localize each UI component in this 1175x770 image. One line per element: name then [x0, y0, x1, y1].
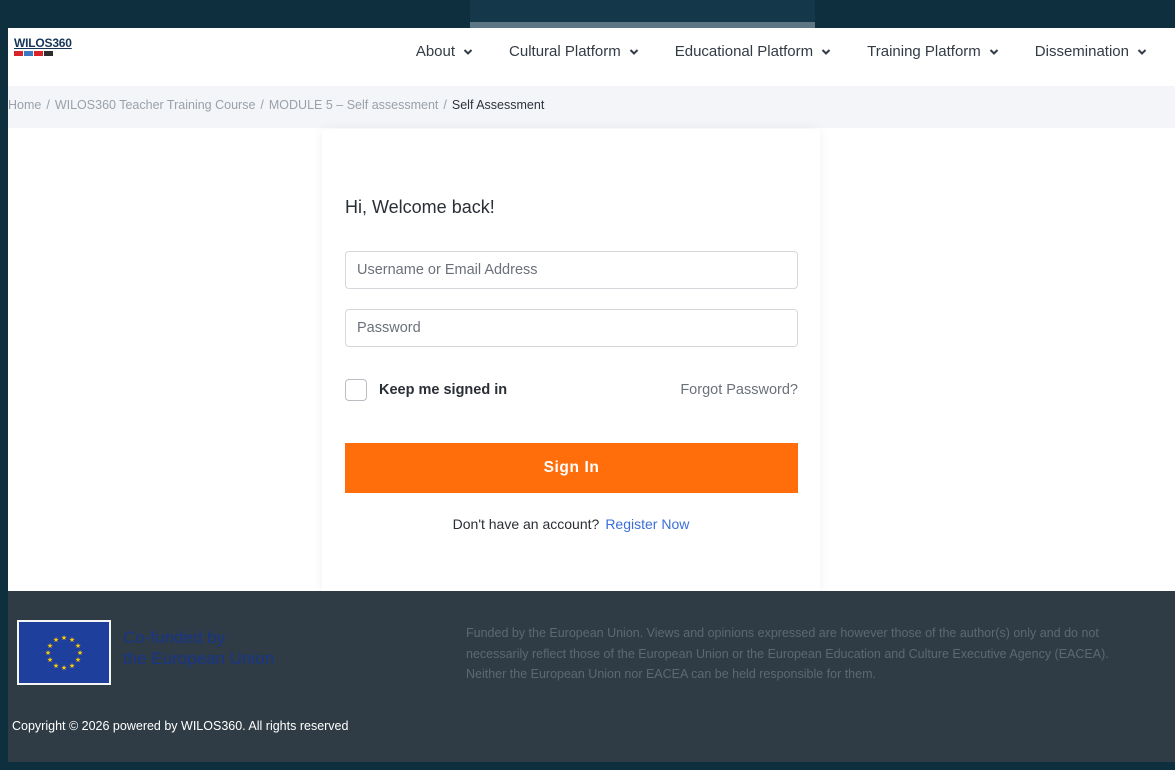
- nav-item-label: Cultural Platform: [509, 43, 621, 60]
- breadcrumb-bar: Home / WILOS360 Teacher Training Course / MO…: [8, 86, 1175, 128]
- breadcrumb-link-module[interactable]: MODULE 5 – Self assessment: [269, 98, 439, 112]
- remember-me[interactable]: Keep me signed in: [345, 379, 507, 401]
- eu-text-line2: the European Union: [123, 649, 275, 668]
- eu-stars: ★ ★ ★ ★ ★ ★ ★ ★ ★ ★ ★ ★: [45, 634, 83, 672]
- chevron-down-icon: [989, 48, 998, 55]
- sign-in-button[interactable]: Sign In: [345, 443, 798, 493]
- remember-label[interactable]: Keep me signed in: [379, 382, 507, 398]
- nav-item-label: Educational Platform: [674, 43, 814, 60]
- chevron-down-icon: [821, 48, 831, 55]
- top-background-strip: [470, 0, 815, 28]
- site-footer: ★ ★ ★ ★ ★ ★ ★ ★ ★ ★ ★ ★ Co-funded by the…: [8, 591, 1175, 762]
- breadcrumb-current: Self Assessment: [451, 98, 545, 112]
- svg-text:★: ★: [53, 636, 59, 644]
- flag-stripe: [14, 51, 23, 56]
- funding-disclaimer: Funded by the European Union. Views and …: [466, 626, 1109, 681]
- eu-text-line1: Co-funded by: [123, 628, 226, 647]
- flag-stripe: [34, 51, 43, 56]
- breadcrumb-separator: /: [443, 98, 447, 112]
- svg-text:★: ★: [69, 662, 75, 670]
- svg-text:★: ★: [61, 664, 67, 672]
- nav-item-cultural-platform[interactable]: Cultural Platform: [509, 43, 639, 60]
- nav-item-educational-platform[interactable]: Educational Platform: [675, 43, 831, 60]
- breadcrumb: Home / WILOS360 Teacher Training Course / MO…: [8, 98, 544, 112]
- eu-cofunded-text: Co-funded by the European Union: [123, 627, 274, 669]
- nav-item-label: Dissemination: [1034, 43, 1129, 60]
- username-input[interactable]: [345, 251, 798, 289]
- nav-item-dissemination[interactable]: Dissemination: [1035, 43, 1147, 60]
- remember-checkbox[interactable]: [345, 379, 367, 401]
- breadcrumb-separator: /: [260, 98, 264, 112]
- main-nav: About Cultural Platform Educational Plat…: [416, 43, 1147, 60]
- breadcrumb-link-home[interactable]: Home: [8, 98, 41, 112]
- svg-text:★: ★: [61, 634, 67, 642]
- copyright-text: Copyright © 2026 powered by WILOS360. Al…: [12, 719, 349, 733]
- svg-text:★: ★: [47, 656, 53, 664]
- forgot-password-link[interactable]: Forgot Password?: [680, 382, 798, 398]
- logo-text: WILOS360: [14, 36, 72, 50]
- login-card: Hi, Welcome back! Keep me signed in Forg…: [322, 129, 820, 594]
- flag-stripe: [44, 51, 53, 56]
- register-line: Don't have an account? Register Now: [322, 516, 820, 532]
- svg-text:★: ★: [53, 662, 59, 670]
- nav-item-label: About: [415, 43, 456, 60]
- breadcrumb-link-course[interactable]: WILOS360 Teacher Training Course: [55, 98, 256, 112]
- register-now-link[interactable]: Register Now: [605, 516, 689, 532]
- nav-item-training-platform[interactable]: Training Platform: [867, 43, 999, 60]
- password-input[interactable]: [345, 309, 798, 347]
- eu-flag-icon: ★ ★ ★ ★ ★ ★ ★ ★ ★ ★ ★ ★: [17, 620, 111, 685]
- logo-flags: [14, 51, 94, 56]
- no-account-text: Don't have an account?: [452, 516, 600, 532]
- breadcrumb-separator: /: [46, 98, 50, 112]
- page-frame: WILOS360 About Cultural Platform Educati…: [8, 28, 1175, 762]
- chevron-down-icon: [1137, 48, 1147, 55]
- chevron-down-icon: [463, 48, 473, 55]
- site-header: WILOS360 About Cultural Platform Educati…: [8, 28, 1175, 86]
- nav-item-about[interactable]: About: [416, 43, 473, 60]
- flag-stripe: [24, 51, 33, 56]
- site-logo[interactable]: WILOS360: [14, 36, 94, 70]
- nav-item-label: Training Platform: [867, 43, 981, 60]
- chevron-down-icon: [629, 48, 638, 55]
- welcome-heading: Hi, Welcome back!: [345, 197, 495, 217]
- svg-text:★: ★: [75, 656, 81, 664]
- svg-text:★: ★: [45, 649, 51, 657]
